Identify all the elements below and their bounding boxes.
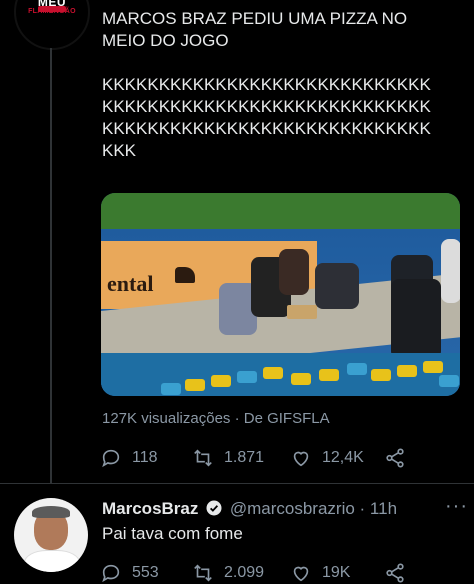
- person: [279, 249, 309, 295]
- seat: [161, 383, 181, 395]
- seat: [371, 369, 391, 381]
- person: [315, 263, 359, 309]
- retweet-count: 1.871: [224, 449, 265, 466]
- profile-avatar-marcos-braz[interactable]: [14, 498, 88, 572]
- seat: [263, 367, 283, 379]
- like-button[interactable]: 19K: [290, 562, 350, 584]
- seat: [397, 365, 417, 377]
- seat: [211, 375, 231, 387]
- timestamp[interactable]: · 11h: [360, 499, 398, 518]
- view-count: 127K visualizações · De GIFSFLA: [102, 410, 330, 427]
- seat: [347, 363, 367, 375]
- share-button[interactable]: [384, 562, 416, 584]
- seat: [237, 371, 257, 383]
- pizza-box: [287, 305, 317, 319]
- divider: [0, 483, 474, 484]
- like-count: 19K: [322, 564, 351, 581]
- person: [441, 239, 460, 303]
- horse-logo: [175, 267, 195, 283]
- seat: [439, 375, 459, 387]
- retweet-button[interactable]: 1.871: [192, 447, 264, 469]
- retweet-button[interactable]: 2.099: [192, 562, 264, 584]
- share-icon: [386, 448, 404, 468]
- more-icon[interactable]: ···: [445, 495, 468, 518]
- author-handle[interactable]: @marcosbrazrio: [230, 499, 355, 518]
- reply-count: 118: [132, 449, 158, 466]
- retweet-count: 2.099: [224, 564, 265, 581]
- thread-line: [50, 48, 52, 484]
- reply-actions: 553 2.099 19K: [100, 562, 430, 584]
- reply-header: MarcosBraz @marcosbrazrio · 11h: [102, 499, 397, 519]
- tweet-actions: 118 1.871 12,4K: [100, 447, 430, 469]
- seat: [185, 379, 205, 391]
- reply-icon: [102, 564, 120, 583]
- tweet-media-gif[interactable]: ental: [101, 193, 460, 396]
- like-button[interactable]: 12,4K: [290, 447, 364, 469]
- seat: [291, 373, 311, 385]
- reply-count: 553: [132, 564, 159, 581]
- like-icon: [293, 451, 309, 467]
- retweet-icon: [194, 449, 212, 467]
- retweet-icon: [194, 564, 212, 582]
- pitch: [101, 193, 460, 233]
- avatar-hair: [32, 506, 70, 518]
- tweet-text: MARCOS BRAZ PEDIU UMA PIZZA NO MEIO DO J…: [102, 9, 431, 160]
- profile-avatar-meu-flamengao[interactable]: MEU FLAMENGÃO: [14, 0, 90, 50]
- person: [391, 279, 441, 359]
- avatar-logo-subtext: FLAMENGÃO: [28, 8, 76, 15]
- seat: [423, 361, 443, 373]
- like-icon: [293, 566, 309, 582]
- reply-button[interactable]: 118: [100, 447, 158, 469]
- reply-text: Pai tava com fome: [102, 524, 243, 543]
- share-icon: [386, 563, 404, 583]
- like-count: 12,4K: [322, 449, 364, 466]
- reply-icon: [102, 449, 120, 468]
- share-button[interactable]: [384, 447, 416, 469]
- verified-icon: [206, 500, 222, 516]
- sponsor-banner-text: ental: [107, 271, 154, 296]
- reply-button[interactable]: 553: [100, 562, 159, 584]
- author-name[interactable]: MarcosBraz: [102, 499, 198, 518]
- avatar-shirt: [24, 550, 80, 572]
- seat: [319, 369, 339, 381]
